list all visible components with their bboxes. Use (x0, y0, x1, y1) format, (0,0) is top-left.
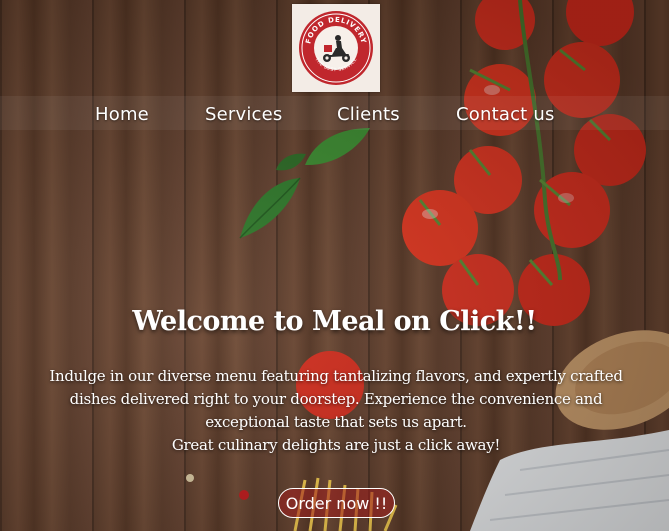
hero-description: Indulge in our diverse menu featuring ta… (49, 367, 623, 431)
peppercorn (186, 474, 194, 482)
nav-link-clients[interactable]: Clients (337, 104, 400, 125)
peppercorn (239, 490, 249, 500)
basil-leaves (239, 128, 370, 239)
hero-tagline: Great culinary delights are just a click… (171, 436, 501, 454)
food-delivery-logo: FOOD DELIVERY THE BEST SERVICE (299, 11, 373, 85)
logo[interactable]: FOOD DELIVERY THE BEST SERVICE (292, 4, 380, 92)
hero-description-block: Indulge in our diverse menu featuring ta… (34, 365, 638, 457)
nav-link-contact-us[interactable]: Contact us (456, 104, 555, 125)
nav-link-services[interactable]: Services (205, 104, 283, 125)
nav-link-home[interactable]: Home (95, 104, 149, 125)
order-now-button[interactable]: Order now !! (278, 488, 395, 518)
hero-title: Welcome to Meal on Click!! (132, 306, 537, 337)
